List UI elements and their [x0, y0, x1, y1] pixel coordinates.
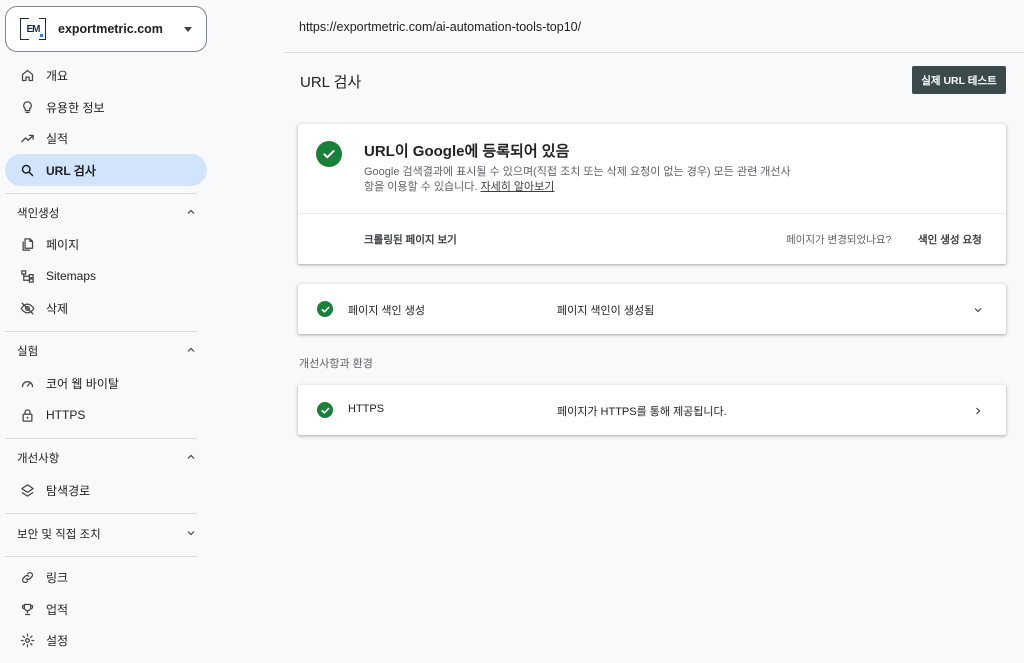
nav-item-url-inspection[interactable]: URL 검사: [5, 154, 207, 186]
learn-more-link[interactable]: 자세히 알아보기: [480, 181, 554, 193]
section-title: 개선사항: [17, 453, 60, 465]
chevron-up-icon: [185, 344, 197, 359]
property-selector[interactable]: EM exportmetric.com: [5, 6, 207, 52]
nav-item-core-web-vitals[interactable]: 코어 웹 바이탈: [5, 367, 207, 399]
header-divider: [284, 52, 1024, 53]
nav-item-achievements[interactable]: 업적: [5, 593, 207, 625]
link-icon: [19, 569, 35, 585]
sidebar-divider: [5, 438, 197, 439]
nav-item-https[interactable]: HTTPS: [5, 399, 207, 431]
logo-text: EM: [26, 23, 41, 35]
nav-item-pages[interactable]: 페이지: [5, 228, 207, 260]
view-crawled-page-button[interactable]: 크롤링된 페이지 보기: [364, 232, 457, 247]
chevron-down-icon[interactable]: [972, 303, 984, 315]
section-security-header[interactable]: 보안 및 직접 조치: [5, 520, 207, 548]
gauge-icon: [19, 375, 35, 391]
nav-item-label: 업적: [46, 602, 69, 617]
layers-icon: [19, 482, 35, 498]
sitemap-icon: [19, 268, 35, 284]
section-experience-header[interactable]: 실험: [5, 337, 207, 365]
nav-item-label: URL 검사: [46, 163, 96, 178]
row-label: 페이지 색인 생성: [348, 305, 425, 317]
trophy-icon: [19, 601, 35, 617]
chevron-right-icon[interactable]: [972, 404, 984, 416]
status-title: URL이 Google에 등록되어 있음: [364, 143, 570, 160]
gear-icon: [19, 632, 35, 648]
index-status-card: URL이 Google에 등록되어 있음 Google 검색결과에 표시될 수 …: [298, 124, 1006, 264]
nav-item-removals[interactable]: 삭제: [5, 292, 207, 324]
nav-item-links[interactable]: 링크: [5, 561, 207, 593]
section-title: 실험: [17, 346, 39, 358]
sidebar-divider: [5, 513, 197, 514]
row-label: HTTPS: [348, 403, 385, 415]
section-title: 색인생성: [17, 208, 60, 220]
page-title: URL 검사: [300, 74, 362, 91]
page-indexing-row[interactable]: 페이지 색인 생성 페이지 색인이 생성됨: [298, 284, 1006, 334]
section-indexing-header[interactable]: 색인생성: [5, 199, 207, 227]
nav-item-label: HTTPS: [46, 408, 86, 422]
nav-item-label: 페이지: [46, 237, 80, 252]
lightbulb-icon: [19, 99, 35, 115]
nav-item-performance[interactable]: 실적: [5, 122, 207, 154]
dropdown-caret-icon: [184, 26, 192, 32]
eye-off-icon: [19, 300, 35, 316]
nav-item-label: 삭제: [46, 301, 69, 316]
nav-item-sitemaps[interactable]: Sitemaps: [5, 260, 207, 292]
status-desc-line1: Google 검색결과에 표시될 수 있으며(직접 조치 또는 삭제 요청이 없…: [364, 166, 791, 178]
nav-item-label: 링크: [46, 570, 69, 585]
status-desc-line2: 항을 이용할 수 있습니다.: [364, 181, 481, 193]
chevron-up-icon: [185, 206, 197, 221]
nav-item-label: 유용한 정보: [46, 100, 105, 115]
lock-icon: [19, 407, 35, 423]
request-indexing-button[interactable]: 색인 생성 요청: [918, 232, 982, 247]
check-circle-icon: [317, 402, 333, 418]
nav-item-insights[interactable]: 유용한 정보: [5, 91, 207, 123]
check-circle-icon: [316, 141, 342, 167]
sidebar-divider: [5, 331, 197, 332]
nav-item-settings[interactable]: 설정: [5, 624, 207, 656]
search-icon: [19, 162, 35, 178]
check-circle-icon: [317, 301, 333, 317]
nav-item-label: 탐색경로: [46, 483, 91, 498]
nav-item-overview[interactable]: 개요: [5, 59, 207, 91]
sidebar: EM exportmetric.com 개요 유용한 정보 실적 URL 검사 …: [0, 0, 214, 663]
nav-item-breadcrumbs[interactable]: 탐색경로: [5, 474, 207, 506]
page-changed-question: 페이지가 변경되었나요?: [786, 234, 892, 246]
row-value: 페이지 색인이 생성됨: [557, 305, 655, 317]
enhancements-section-label: 개선사항과 환경: [299, 358, 373, 370]
live-url-test-button[interactable]: 실제 URL 테스트: [912, 66, 1006, 94]
nav-item-label: 실적: [46, 131, 69, 146]
row-value: 페이지가 HTTPS를 통해 제공됩니다.: [557, 406, 727, 418]
nav-item-label: Sitemaps: [46, 269, 97, 283]
nav-item-label: 코어 웹 바이탈: [46, 376, 119, 391]
section-enhancements-header[interactable]: 개선사항: [5, 444, 207, 472]
chevron-up-icon: [185, 451, 197, 466]
pages-icon: [19, 236, 35, 252]
chevron-down-icon: [185, 527, 197, 542]
sidebar-divider: [5, 193, 197, 194]
property-logo: EM: [20, 18, 46, 40]
sidebar-divider: [5, 556, 197, 557]
inspected-url: https://exportmetric.com/ai-automation-t…: [299, 20, 582, 34]
property-name: exportmetric.com: [58, 22, 163, 36]
section-title: 보안 및 직접 조치: [17, 529, 101, 541]
status-description: Google 검색결과에 표시될 수 있으며(직접 조치 또는 삭제 요청이 없…: [364, 165, 824, 195]
nav-item-label: 개요: [46, 68, 69, 83]
home-icon: [19, 67, 35, 83]
nav-item-label: 설정: [46, 633, 69, 648]
card-divider: [298, 213, 1006, 214]
trending-up-icon: [19, 130, 35, 146]
https-row[interactable]: HTTPS 페이지가 HTTPS를 통해 제공됩니다.: [298, 385, 1006, 435]
